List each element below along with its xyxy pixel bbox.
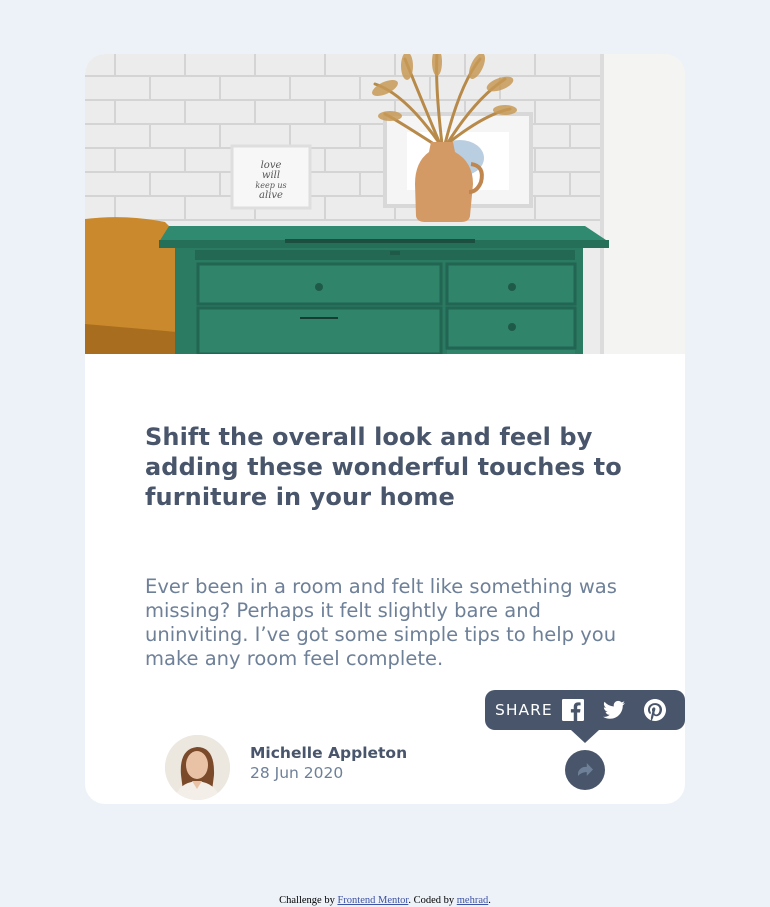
frontend-mentor-link[interactable]: Frontend Mentor bbox=[337, 895, 408, 906]
post-date: 28 Jun 2020 bbox=[250, 764, 344, 782]
article-image: love will keep us alive bbox=[85, 54, 685, 354]
share-button[interactable] bbox=[565, 750, 605, 790]
article-title: Shift the overall look and feel by addin… bbox=[145, 423, 622, 511]
share-label: SHARE bbox=[495, 701, 553, 719]
attribution: Challenge by Frontend Mentor. Coded by m… bbox=[0, 895, 770, 906]
author-name: Michelle Appleton bbox=[250, 744, 408, 762]
svg-text:will: will bbox=[262, 170, 280, 181]
article-excerpt: Ever been in a room and felt like someth… bbox=[145, 575, 617, 670]
attribution-suffix: . bbox=[488, 895, 491, 906]
avatar bbox=[165, 735, 230, 800]
social-links bbox=[562, 699, 685, 721]
article-card: love will keep us alive Shift the overal… bbox=[85, 54, 685, 804]
facebook-icon[interactable] bbox=[562, 699, 584, 721]
attribution-middle: . Coded by bbox=[408, 895, 455, 906]
attribution-prefix: Challenge by bbox=[279, 895, 335, 906]
share-popover: SHARE bbox=[485, 690, 685, 743]
twitter-icon[interactable] bbox=[603, 699, 625, 721]
pinterest-icon[interactable] bbox=[644, 699, 666, 721]
author-link[interactable]: mehrad bbox=[457, 895, 489, 906]
svg-text:alive: alive bbox=[259, 190, 283, 201]
svg-text:keep us: keep us bbox=[255, 181, 286, 190]
share-icon bbox=[577, 761, 593, 780]
